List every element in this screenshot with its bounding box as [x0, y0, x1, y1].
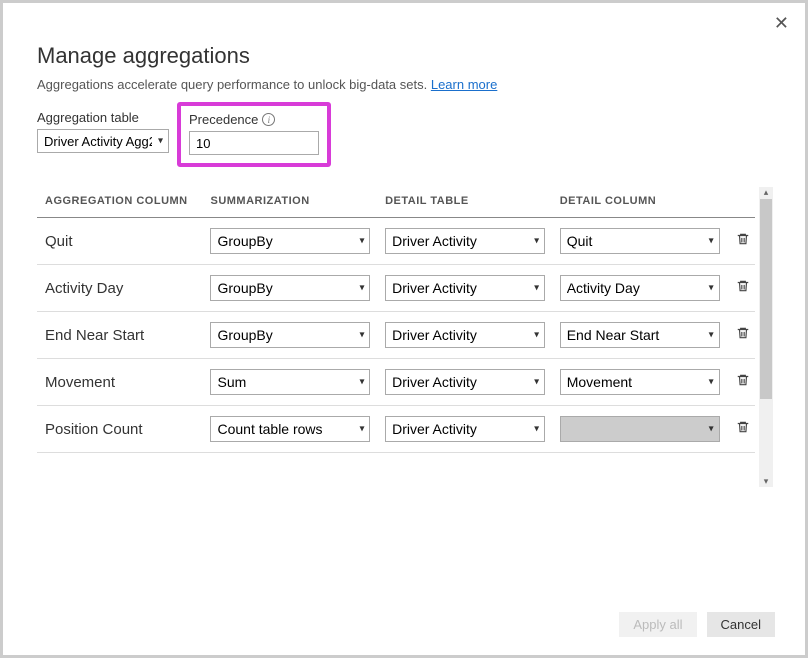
info-icon[interactable]: i [262, 113, 275, 126]
summarization-select-cell: GroupBy [206, 312, 381, 359]
summarization-select-wrap: GroupBy [210, 322, 370, 348]
table-row: End Near StartGroupByDriver ActivityEnd … [37, 312, 755, 359]
detail-column-select[interactable]: Activity Day [560, 275, 720, 301]
summarization-select[interactable]: Count table rows [210, 416, 370, 442]
detail-table-select-wrap: Driver Activity [385, 275, 545, 301]
header-delete [730, 187, 755, 218]
dialog-footer: Apply all Cancel [619, 612, 775, 637]
table-row: QuitGroupByDriver ActivityQuit [37, 218, 755, 265]
detail-table-select-wrap: Driver Activity [385, 322, 545, 348]
aggregation-column-cell: Position Count [37, 406, 206, 453]
header-detail-table: DETAIL TABLE [381, 187, 556, 218]
aggregations-scroll: AGGREGATION COLUMN SUMMARIZATION DETAIL … [37, 187, 771, 487]
detail-table-select[interactable]: Driver Activity [385, 275, 545, 301]
summarization-select[interactable]: GroupBy [210, 322, 370, 348]
trash-icon [736, 374, 750, 391]
detail-table-select-cell: Driver Activity [381, 406, 556, 453]
aggregation-column-cell: Movement [37, 359, 206, 406]
manage-aggregations-dialog: ✕ Manage aggregations Aggregations accel… [0, 0, 808, 658]
precedence-label-row: Precedence i [189, 112, 319, 127]
summarization-select-cell: GroupBy [206, 218, 381, 265]
detail-column-select-wrap: End Near Start [560, 322, 720, 348]
detail-table-select-cell: Driver Activity [381, 312, 556, 359]
delete-row-button[interactable] [730, 218, 755, 265]
detail-table-select-cell: Driver Activity [381, 218, 556, 265]
summarization-select[interactable]: GroupBy [210, 275, 370, 301]
detail-column-select-wrap: Movement [560, 369, 720, 395]
scroll-up-icon[interactable]: ▴ [759, 187, 773, 198]
detail-column-select-wrap: Activity Day [560, 275, 720, 301]
detail-table-select-wrap: Driver Activity [385, 228, 545, 254]
detail-column-select[interactable]: Quit [560, 228, 720, 254]
trash-icon [736, 327, 750, 344]
detail-column-select-cell: Movement [556, 359, 731, 406]
header-aggregation-column: AGGREGATION COLUMN [37, 187, 206, 218]
aggregation-table-field: Aggregation table Driver Activity Agg2 [37, 110, 169, 153]
scrollbar-thumb[interactable] [760, 199, 772, 399]
detail-table-select[interactable]: Driver Activity [385, 369, 545, 395]
aggregation-column-cell: Quit [37, 218, 206, 265]
detail-column-select-cell: Quit [556, 218, 731, 265]
summarization-select[interactable]: GroupBy [210, 228, 370, 254]
detail-column-select-cell [556, 406, 731, 453]
aggregation-table-select-wrap: Driver Activity Agg2 [37, 129, 169, 153]
dialog-content: Manage aggregations Aggregations acceler… [3, 3, 805, 487]
close-icon[interactable]: ✕ [774, 13, 789, 34]
summarization-select-wrap: GroupBy [210, 228, 370, 254]
detail-table-select-wrap: Driver Activity [385, 416, 545, 442]
delete-row-button[interactable] [730, 406, 755, 453]
scrollbar[interactable]: ▴ ▾ [759, 187, 773, 487]
header-detail-column: DETAIL COLUMN [556, 187, 731, 218]
detail-table-select-cell: Driver Activity [381, 265, 556, 312]
detail-column-select-wrap [560, 416, 720, 442]
detail-column-select[interactable]: End Near Start [560, 322, 720, 348]
precedence-field: Precedence i [189, 112, 319, 155]
summarization-select-cell: Sum [206, 359, 381, 406]
aggregation-column-cell: End Near Start [37, 312, 206, 359]
detail-table-select[interactable]: Driver Activity [385, 416, 545, 442]
summarization-select-cell: Count table rows [206, 406, 381, 453]
detail-table-select[interactable]: Driver Activity [385, 228, 545, 254]
subtitle-text: Aggregations accelerate query performanc… [37, 77, 431, 92]
summarization-select[interactable]: Sum [210, 369, 370, 395]
precedence-label: Precedence [189, 112, 258, 127]
dialog-subtitle: Aggregations accelerate query performanc… [37, 77, 771, 92]
delete-row-button[interactable] [730, 359, 755, 406]
header-summarization: SUMMARIZATION [206, 187, 381, 218]
detail-column-select-cell: Activity Day [556, 265, 731, 312]
detail-table-select[interactable]: Driver Activity [385, 322, 545, 348]
table-row: Activity DayGroupByDriver ActivityActivi… [37, 265, 755, 312]
dialog-title: Manage aggregations [37, 43, 771, 69]
table-row: Position CountCount table rows Driver Act… [37, 406, 755, 453]
aggregations-table-wrap: AGGREGATION COLUMN SUMMARIZATION DETAIL … [37, 187, 771, 487]
detail-column-select [560, 416, 720, 442]
top-fields: Aggregation table Driver Activity Agg2 P… [37, 110, 771, 167]
apply-all-button[interactable]: Apply all [619, 612, 696, 637]
trash-icon [736, 233, 750, 250]
summarization-select-cell: GroupBy [206, 265, 381, 312]
precedence-highlight: Precedence i [177, 102, 331, 167]
aggregation-table-select[interactable]: Driver Activity Agg2 [37, 129, 169, 153]
learn-more-link[interactable]: Learn more [431, 77, 497, 92]
summarization-select-wrap: GroupBy [210, 275, 370, 301]
detail-column-select[interactable]: Movement [560, 369, 720, 395]
scroll-down-icon[interactable]: ▾ [759, 476, 773, 487]
detail-table-select-wrap: Driver Activity [385, 369, 545, 395]
delete-row-button[interactable] [730, 265, 755, 312]
detail-table-select-cell: Driver Activity [381, 359, 556, 406]
summarization-select-wrap: Sum [210, 369, 370, 395]
aggregation-table-label: Aggregation table [37, 110, 169, 125]
precedence-input[interactable] [189, 131, 319, 155]
summarization-select-wrap: Count table rows [210, 416, 370, 442]
table-row: MovementSumDriver ActivityMovement [37, 359, 755, 406]
table-header-row: AGGREGATION COLUMN SUMMARIZATION DETAIL … [37, 187, 755, 218]
trash-icon [736, 421, 750, 438]
aggregation-column-cell: Activity Day [37, 265, 206, 312]
detail-column-select-wrap: Quit [560, 228, 720, 254]
delete-row-button[interactable] [730, 312, 755, 359]
detail-column-select-cell: End Near Start [556, 312, 731, 359]
aggregations-table: AGGREGATION COLUMN SUMMARIZATION DETAIL … [37, 187, 755, 453]
cancel-button[interactable]: Cancel [707, 612, 775, 637]
trash-icon [736, 280, 750, 297]
